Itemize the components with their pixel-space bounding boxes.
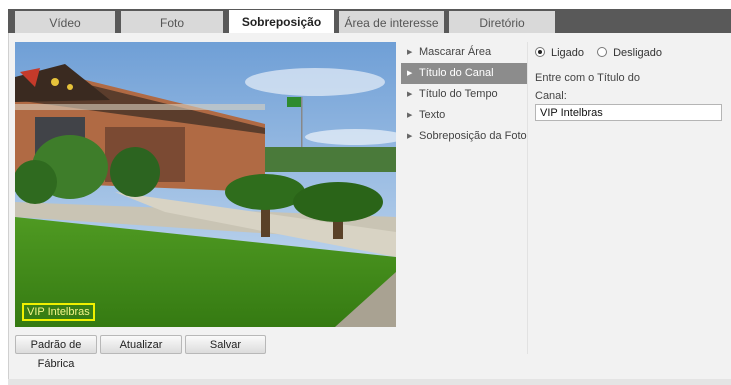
menu-item-mascarar-area[interactable]: ▶ Mascarar Área: [401, 42, 527, 63]
menu-item-label: Texto: [419, 109, 446, 121]
channel-title-input[interactable]: [535, 104, 722, 121]
arrow-right-icon: ▶: [407, 49, 413, 56]
tab-foto[interactable]: Foto: [121, 11, 223, 33]
menu-item-titulo-do-canal[interactable]: ▶ Título do Canal: [401, 63, 527, 84]
radio-off-label[interactable]: Desligado: [613, 47, 662, 59]
menu-item-label: Título do Canal: [419, 67, 494, 79]
menu-divider: [527, 42, 528, 354]
channel-title-overlay[interactable]: VIP Intelbras: [22, 303, 95, 321]
enable-radio-group: Ligado Desligado: [535, 45, 725, 61]
menu-item-sobreposicao-da-foto[interactable]: ▶ Sobreposição da Foto: [401, 126, 527, 147]
menu-item-texto[interactable]: ▶ Texto: [401, 105, 527, 126]
factory-default-button[interactable]: Padrão de Fábrica: [15, 335, 97, 370]
channel-title-settings: Ligado Desligado Entre com o Título do C…: [535, 45, 725, 121]
arrow-right-icon: ▶: [407, 70, 413, 77]
overlay-menu: ▶ Mascarar Área ▶ Título do Canal ▶ Títu…: [401, 42, 527, 147]
arrow-right-icon: ▶: [407, 133, 413, 140]
save-button[interactable]: Salvar: [185, 335, 266, 354]
tab-bar: Vídeo Foto Sobreposição Área de interess…: [0, 0, 731, 33]
tab-diretorio[interactable]: Diretório: [449, 11, 555, 33]
tab-sobreposicao[interactable]: Sobreposição: [229, 10, 334, 33]
arrow-right-icon: ▶: [407, 112, 413, 119]
menu-item-titulo-do-tempo[interactable]: ▶ Título do Tempo: [401, 84, 527, 105]
bottom-strip: [8, 379, 731, 385]
radio-on[interactable]: [535, 47, 545, 57]
arrow-right-icon: ▶: [407, 91, 413, 98]
menu-item-label: Título do Tempo: [419, 88, 498, 100]
menu-item-label: Sobreposição da Foto: [419, 130, 527, 142]
tab-video[interactable]: Vídeo: [15, 11, 115, 33]
camera-image: [15, 42, 396, 327]
video-preview: [15, 42, 396, 327]
radio-off[interactable]: [597, 47, 608, 57]
menu-item-label: Mascarar Área: [419, 46, 492, 58]
channel-title-prompt: Entre com o Título do Canal:: [535, 72, 640, 102]
refresh-button[interactable]: Atualizar: [100, 335, 182, 354]
tab-area-de-interesse[interactable]: Área de interesse: [339, 11, 444, 33]
radio-on-label[interactable]: Ligado: [551, 47, 584, 59]
